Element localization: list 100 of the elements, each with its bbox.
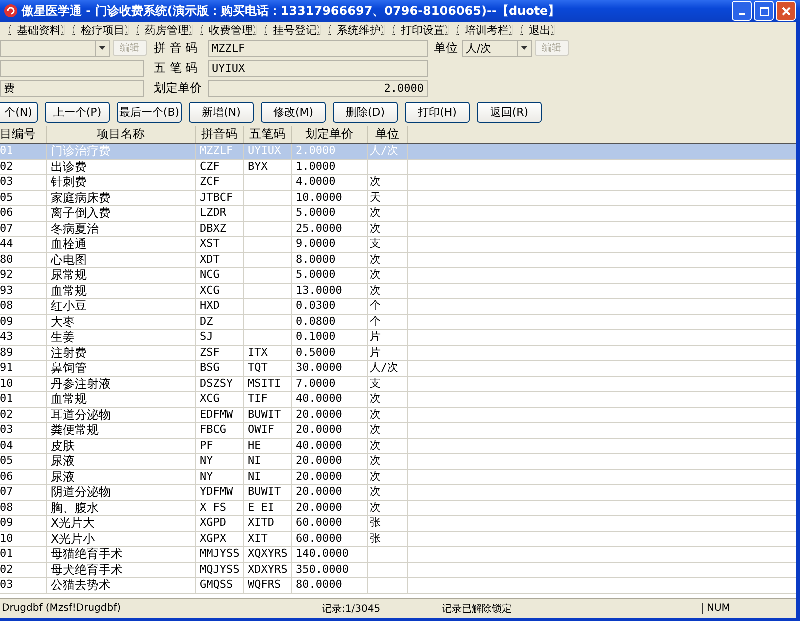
table-row[interactable]: 03 粪便常规 FBCG OWIF 20.0000 次 <box>0 423 796 438</box>
menu-item[interactable]: 〖培训考栏〗 <box>454 22 518 38</box>
table-row[interactable]: 01 母猫绝育手术 MMJYSS XQXYRS 140.0000 <box>0 547 796 562</box>
table-cell: 93 <box>0 284 14 296</box>
table-cell: 0.0800 <box>296 314 336 328</box>
table-cell: 次 <box>370 284 381 296</box>
table-cell: 43 <box>0 330 14 343</box>
maximize-button[interactable] <box>754 1 774 21</box>
table-cell: 家庭病床费 <box>51 190 111 204</box>
table-row[interactable]: 44 血栓通 XST 9.0000 支 <box>0 237 796 252</box>
table-cell: 次 <box>370 500 381 514</box>
table-row[interactable]: 07 阴道分泌物 YDFMW BUWIT 20.0000 次 <box>0 485 796 500</box>
table-row[interactable]: 93 血常规 XCG 13.0000 次 <box>0 284 796 299</box>
table-row[interactable]: 08 红小豆 HXD 0.0300 个 <box>0 299 796 314</box>
table-cell: 25.0000 <box>296 222 342 234</box>
table-cell: 09 <box>0 314 14 328</box>
menu-item[interactable]: 〖挂号登记〗 <box>262 22 326 38</box>
table-cell: 60.0000 <box>296 516 342 529</box>
table-cell: 350.0000 <box>296 562 349 576</box>
table-row[interactable]: 06 离子倒入费 LZDR 5.0000 次 <box>0 206 796 222</box>
table-row[interactable]: 01 血常规 XCG TIF 40.0000 次 <box>0 392 796 408</box>
table-cell: 01 <box>0 547 14 560</box>
table-row[interactable]: 08 胸、腹水 X FS E EI 20.0000 次 <box>0 500 796 516</box>
table-row[interactable]: 02 出诊费 CZF BYX 1.0000 <box>0 160 796 175</box>
table-row[interactable]: 07 冬病夏治 DBXZ 25.0000 次 <box>0 222 796 237</box>
table-row[interactable]: 05 家庭病床费 JTBCF 10.0000 天 <box>0 190 796 206</box>
table-row[interactable]: 02 耳道分泌物 EDFMW BUWIT 20.0000 次 <box>0 408 796 423</box>
table-cell: 8.0000 <box>296 252 336 266</box>
table-row[interactable]: 03 针刺费 ZCF 4.0000 次 <box>0 175 796 190</box>
input-field[interactable]: MZZLF <box>208 40 428 56</box>
menu-item[interactable]: 〖药房管理〗 <box>134 22 198 38</box>
table-cell: 张 <box>370 532 381 544</box>
table-row[interactable]: 10 X光片小 XGPX XIT 60.0000 张 <box>0 532 796 547</box>
table-cell: X光片大 <box>51 516 96 530</box>
menu-item[interactable]: 〖退出〗 <box>518 22 582 38</box>
close-button[interactable] <box>776 1 796 21</box>
menu-item[interactable]: 〖检疗项目〗 <box>70 22 134 38</box>
table-row[interactable]: 06 尿液 NY NI 20.0000 次 <box>0 470 796 485</box>
toolbar-button[interactable]: 打印(H) <box>405 102 470 122</box>
table-row[interactable]: 09 大枣 DZ 0.0800 个 <box>0 314 796 330</box>
table-cell: MZZLF <box>200 144 234 157</box>
table-row[interactable]: 05 尿液 NY NI 20.0000 次 <box>0 454 796 470</box>
column-header[interactable]: 划定单价 <box>292 126 368 143</box>
table-cell: YDFMW <box>200 485 234 498</box>
toolbar-button[interactable]: 最后一个(B) <box>117 102 182 122</box>
table-row[interactable]: 91 鼻饲管 BSG TQT 30.0000 人/次 <box>0 361 796 376</box>
table-cell: 个 <box>370 314 381 328</box>
toolbar-button[interactable]: 返回(R) <box>477 102 542 122</box>
table-row[interactable]: 43 生姜 SJ 0.1000 片 <box>0 330 796 346</box>
table-cell: 2.0000 <box>296 144 336 157</box>
window-title: 傲星医学通 - 门诊收费系统(演示版：购买电话：13317966697、0796-8106065)--【duote】 <box>22 2 562 20</box>
toolbar-button[interactable]: 删除(D) <box>333 102 398 122</box>
input-field[interactable] <box>0 60 144 76</box>
table-row[interactable]: 80 心电图 XDT 8.0000 次 <box>0 252 796 268</box>
table-cell: 次 <box>370 252 381 266</box>
table-cell: 5.0000 <box>296 268 336 281</box>
table-cell: NY <box>200 470 214 482</box>
table-cell: 91 <box>0 361 14 374</box>
minimize-button[interactable] <box>732 1 752 21</box>
table-cell: ZCF <box>200 175 220 188</box>
column-header[interactable]: 项目名称 <box>47 126 196 143</box>
toolbar-button[interactable]: 新增(N) <box>189 102 254 122</box>
table-cell: 60.0000 <box>296 532 342 544</box>
table-row[interactable]: 04 皮肤 PF HE 40.0000 次 <box>0 438 796 454</box>
table-cell: 人/次 <box>370 144 399 157</box>
table-cell: MQJYSS <box>200 562 240 576</box>
column-header[interactable]: 单位 <box>368 126 408 143</box>
menu-item[interactable]: 〖基础资料〗 <box>6 22 70 38</box>
table-cell: 20.0000 <box>296 423 342 436</box>
table-row[interactable]: 89 注射费 ZSF ITX 0.5000 片 <box>0 346 796 361</box>
input-field[interactable]: 费 <box>0 80 144 96</box>
column-header[interactable]: 拼音码 <box>196 126 244 143</box>
table-row[interactable]: 02 母犬绝育手术 MQJYSS XDXYRS 350.0000 <box>0 562 796 578</box>
input-field[interactable]: 2.0000 <box>208 80 428 96</box>
menu-item[interactable]: 〖收费管理〗 <box>198 22 262 38</box>
column-header[interactable]: 目编号 <box>0 126 47 143</box>
toolbar-button[interactable]: 个(N) <box>0 102 38 122</box>
toolbar-button[interactable]: 修改(M) <box>261 102 326 122</box>
table-row[interactable]: 10 丹参注射液 DSZSY MSITI 7.0000 支 <box>0 376 796 392</box>
table-row[interactable]: 92 尿常规 NCG 5.0000 次 <box>0 268 796 284</box>
table-cell: 血常规 <box>51 284 87 298</box>
table-cell: 冬病夏治 <box>51 222 99 236</box>
table-cell: 次 <box>370 392 381 405</box>
table-cell: 个 <box>370 299 381 312</box>
table-cell: 02 <box>0 562 14 576</box>
table-cell: 次 <box>370 470 381 482</box>
table-cell: 20.0000 <box>296 485 342 498</box>
combo-field[interactable] <box>0 40 110 56</box>
table-cell: 80 <box>0 252 14 266</box>
table-cell: 89 <box>0 346 14 358</box>
table-cell: 10 <box>0 376 14 390</box>
column-header[interactable]: 五笔码 <box>244 126 292 143</box>
input-field[interactable]: UYIUX <box>208 60 428 76</box>
table-cell: DBXZ <box>200 222 226 234</box>
table-cell: 生姜 <box>51 330 75 344</box>
table-row[interactable]: 09 X光片大 XGPD XITD 60.0000 张 <box>0 516 796 532</box>
toolbar-button[interactable]: 上一个(P) <box>45 102 110 122</box>
menu-item[interactable]: 〖打印设置〗 <box>390 22 454 38</box>
menu-item[interactable]: 〖系统维护〗 <box>326 22 390 38</box>
table-row[interactable]: 03 公猫去势术 GMQSS WQFRS 80.0000 <box>0 578 796 594</box>
